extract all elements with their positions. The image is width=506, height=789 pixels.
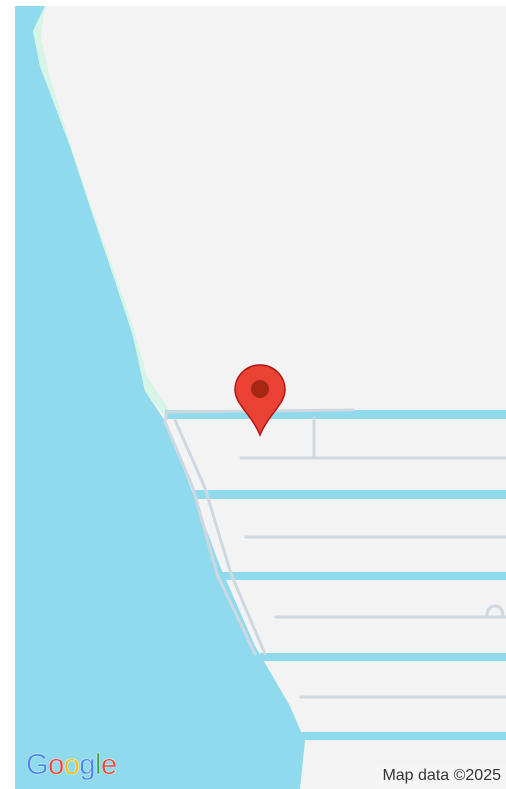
google-logo-letter: G	[26, 749, 49, 781]
canal-4	[260, 653, 506, 661]
google-logo[interactable]: G o o g l e	[26, 749, 117, 782]
google-logo-letter: o	[63, 749, 81, 781]
canal-5	[300, 732, 506, 740]
pin-center-dot	[251, 380, 269, 398]
google-logo-letter: e	[100, 749, 118, 781]
map-canvas[interactable]: G o o g l e Map data ©2025	[15, 6, 506, 789]
location-pin-icon[interactable]	[233, 363, 287, 438]
google-logo-letter: o	[48, 749, 65, 781]
canal-3	[220, 572, 506, 580]
canal-2	[195, 490, 506, 499]
pin-body	[234, 364, 286, 438]
location-pin-icon-shape	[234, 364, 286, 438]
google-logo-letter: g	[79, 749, 96, 781]
map-attribution[interactable]: Map data ©2025	[376, 765, 506, 789]
